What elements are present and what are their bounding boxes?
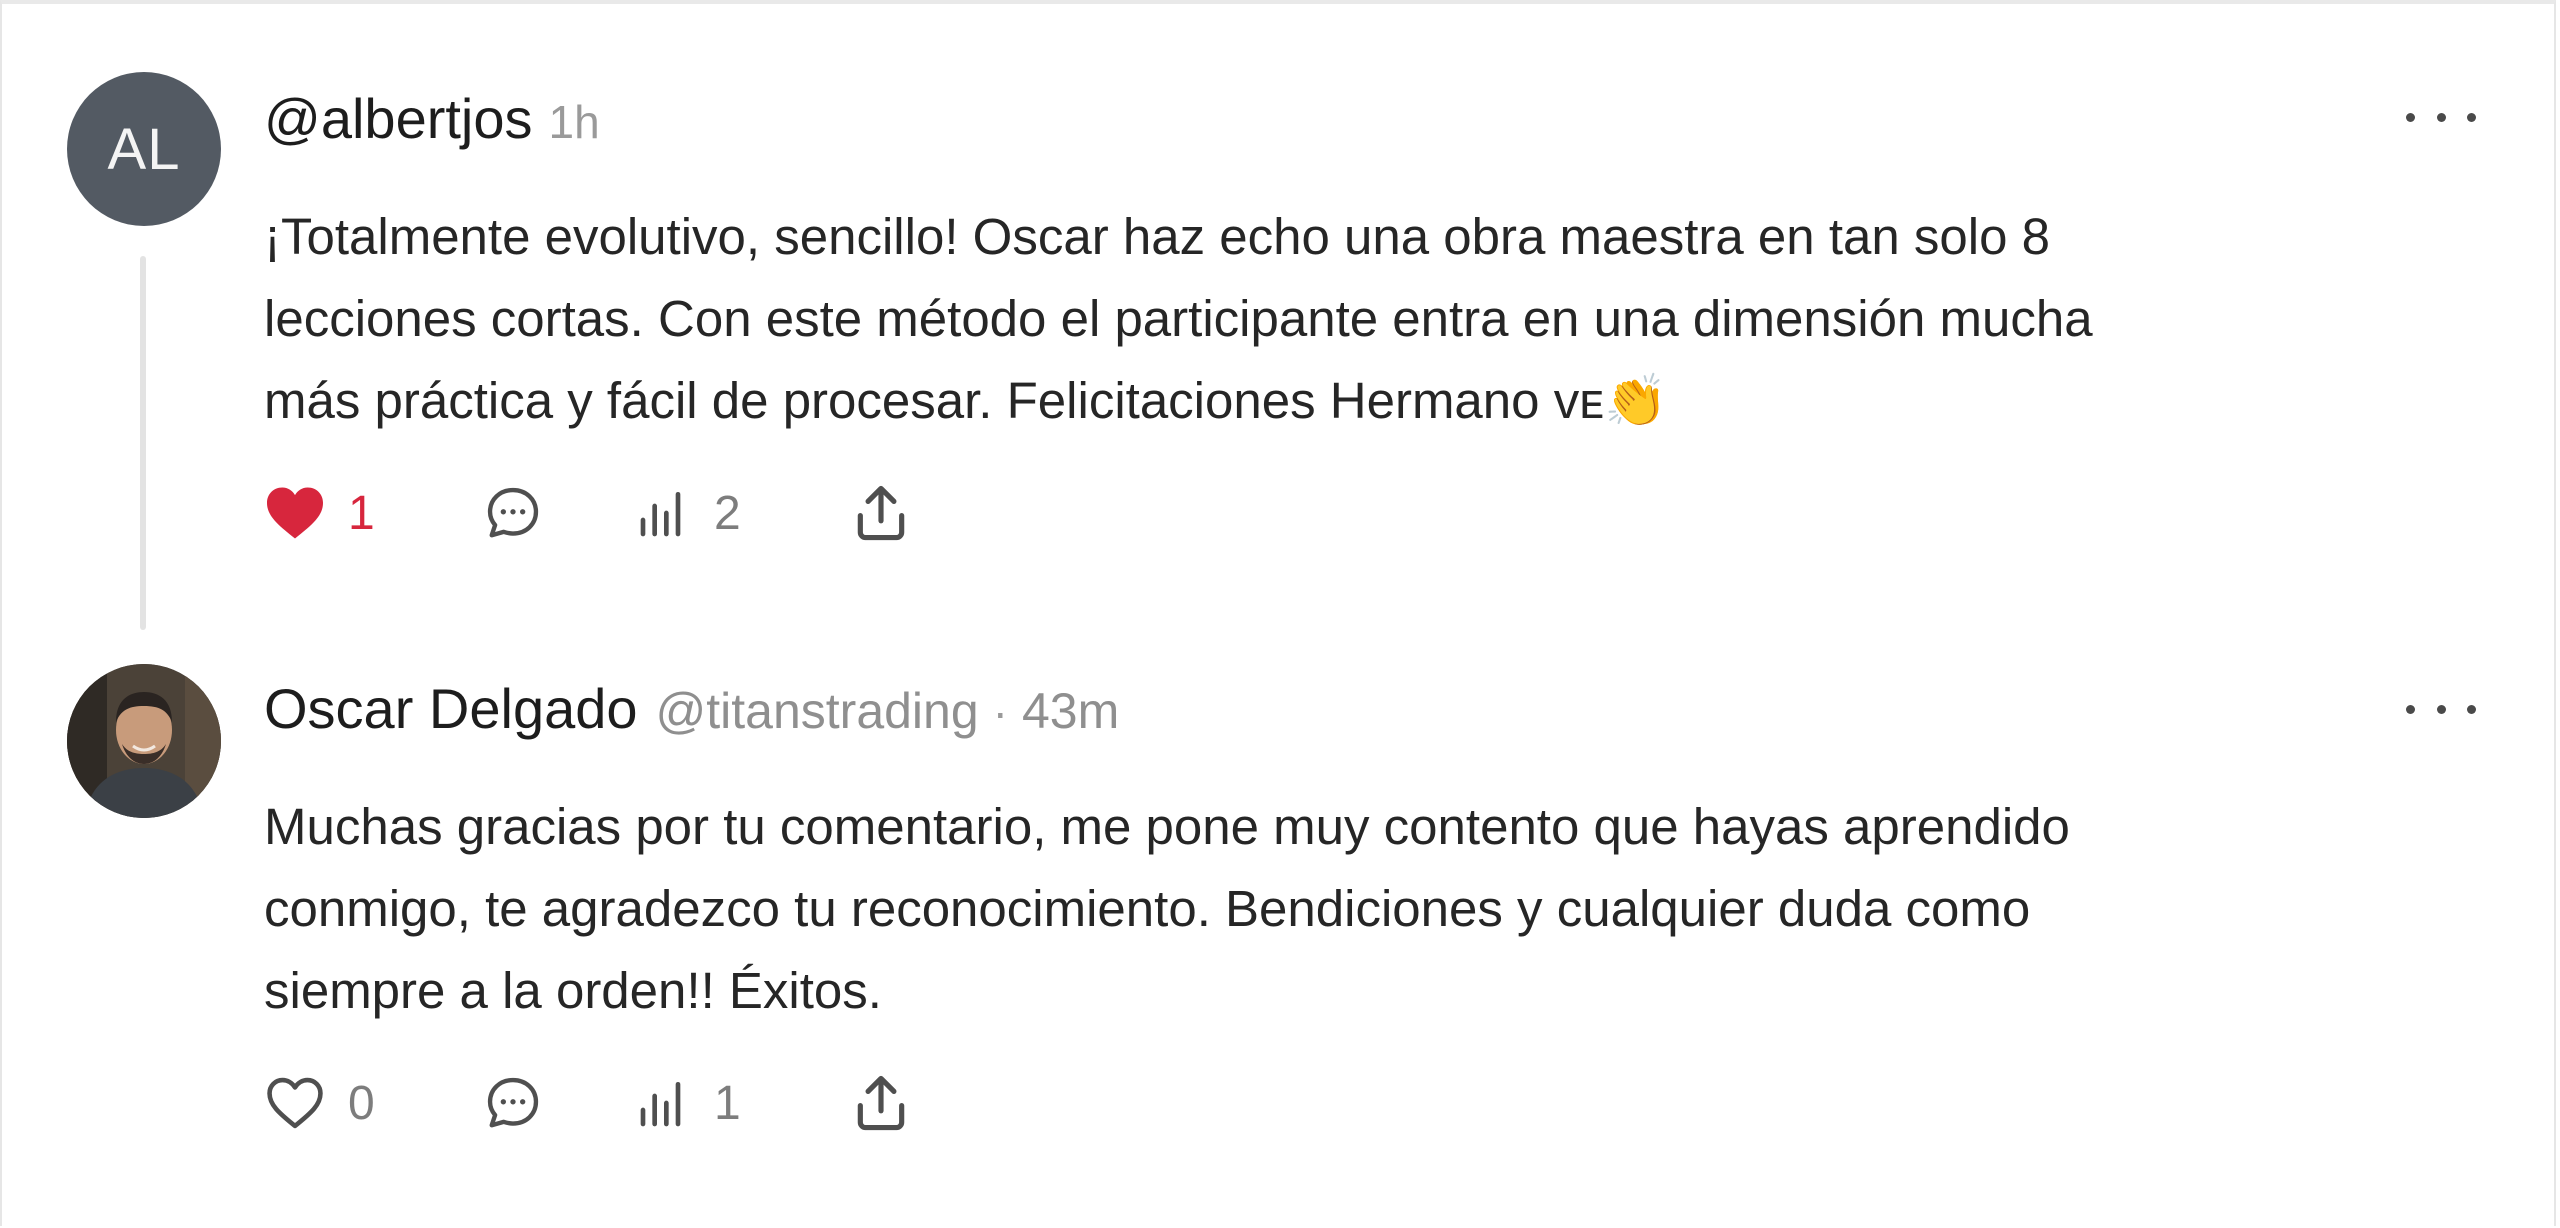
thread-connector-line — [140, 256, 146, 630]
avatar-initials: AL — [107, 116, 181, 182]
more-options-icon — [2406, 704, 2415, 714]
comment-text: Muchas gracias por tu comentario, me pon… — [264, 798, 2070, 1019]
comment-header: @albertjos 1h — [264, 86, 600, 151]
avatar[interactable]: AL — [67, 72, 221, 226]
profile-photo — [67, 664, 221, 818]
user-handle[interactable]: @albertjos — [264, 86, 533, 151]
more-options-button[interactable] — [2406, 694, 2476, 724]
reply-button[interactable] — [484, 1068, 542, 1138]
share-button[interactable] — [850, 478, 912, 548]
user-display-name[interactable]: Oscar Delgado — [264, 676, 638, 741]
timestamp[interactable]: 1h — [549, 95, 600, 149]
heart-icon — [267, 487, 323, 539]
comment-icon — [487, 487, 539, 538]
view-count: 1 — [714, 1076, 741, 1130]
comment-text: ¡Totalmente evolutivo, sencillo! Oscar h… — [264, 208, 2093, 429]
timestamp[interactable]: 43m — [1022, 682, 1119, 740]
time-separator: · — [992, 686, 1008, 738]
like-count: 1 — [348, 486, 375, 540]
heart-icon — [267, 1077, 323, 1129]
share-icon — [857, 485, 905, 541]
views-icon — [640, 1082, 681, 1127]
share-icon — [857, 1075, 905, 1131]
view-count: 2 — [714, 486, 741, 540]
like-count: 0 — [348, 1076, 375, 1130]
reply-button[interactable] — [484, 478, 542, 548]
views-button[interactable]: 1 — [636, 1068, 741, 1138]
more-options-icon — [2406, 112, 2415, 122]
share-button[interactable] — [850, 1068, 912, 1138]
views-icon — [640, 492, 681, 537]
comment-header: Oscar Delgado @titanstrading · 43m — [264, 676, 1119, 741]
like-button[interactable]: 0 — [264, 1068, 375, 1138]
comment-thread: AL @albertjos 1h ¡Totalmente evolutivo, … — [0, 0, 2556, 1226]
like-button[interactable]: 1 — [264, 478, 375, 548]
comment-icon — [487, 1077, 539, 1128]
avatar[interactable] — [67, 664, 221, 818]
user-handle[interactable]: @titanstrading — [656, 682, 979, 740]
views-button[interactable]: 2 — [636, 478, 741, 548]
more-options-button[interactable] — [2406, 102, 2476, 132]
